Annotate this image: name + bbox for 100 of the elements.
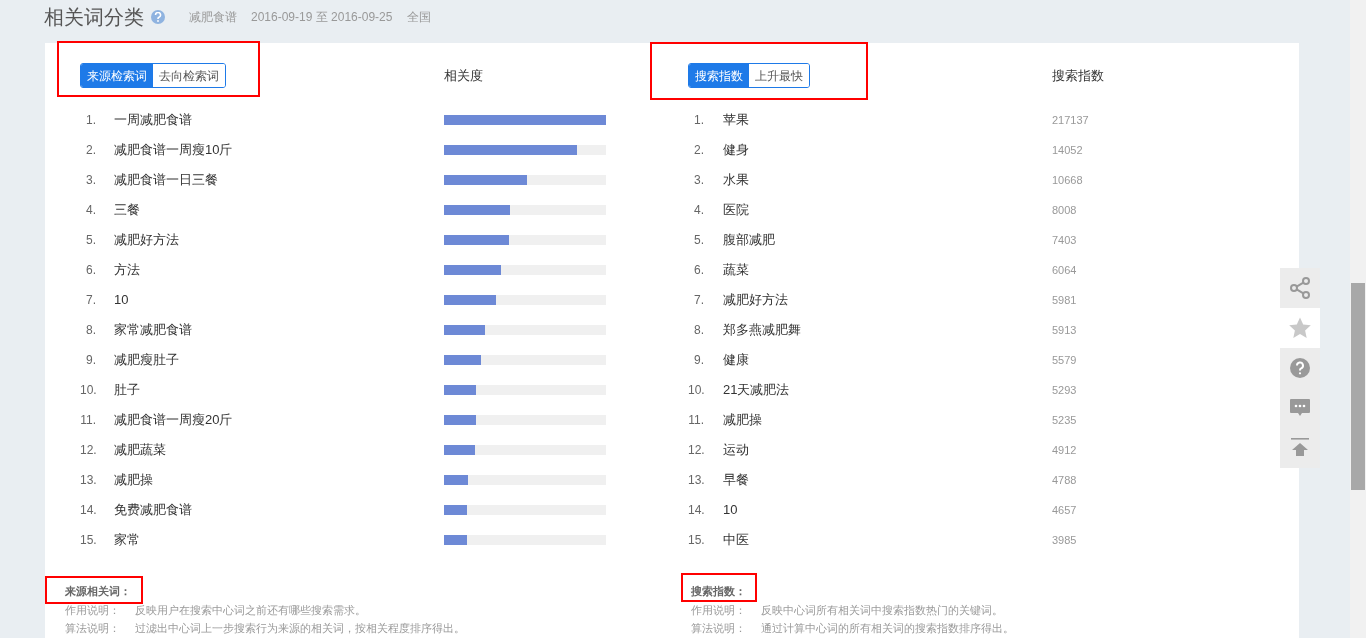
help-icon[interactable] [1290, 358, 1310, 378]
note-title: 来源相关词： [65, 584, 131, 599]
keyword-link[interactable]: 水果 [723, 170, 749, 190]
index-value: 4912 [1052, 442, 1077, 458]
keyword-link[interactable]: 运动 [723, 440, 749, 460]
rank-number: 12. [688, 442, 704, 459]
note-text: 反映用户在搜索中心词之前还有哪些搜索需求。 [135, 603, 366, 618]
index-value: 217137 [1052, 112, 1089, 128]
chat-icon[interactable] [1290, 398, 1310, 418]
keyword-link[interactable]: 中医 [723, 530, 749, 550]
rank-number: 6. [85, 262, 96, 279]
keyword-link[interactable]: 肚子 [114, 380, 140, 400]
index-value: 5235 [1052, 412, 1077, 428]
keyword-link[interactable]: 减肥好方法 [723, 290, 788, 310]
index-value: 5579 [1052, 352, 1077, 368]
rank-number: 5. [85, 232, 96, 249]
share-icon[interactable] [1289, 277, 1311, 299]
tab[interactable]: 搜索指数 [689, 64, 749, 87]
keyword-link[interactable]: 家常减肥食谱 [114, 320, 192, 340]
keyword-link[interactable]: 一周减肥食谱 [114, 110, 192, 130]
keyword-link[interactable]: 减肥操 [114, 470, 153, 490]
keyword-link[interactable]: 减肥蔬菜 [114, 440, 166, 460]
keyword-link[interactable]: 减肥食谱一周瘦20斤 [114, 410, 233, 430]
rank-number: 13. [688, 472, 704, 489]
keyword-link[interactable]: 减肥好方法 [114, 230, 179, 250]
rank-number: 7. [693, 292, 704, 309]
keyword-link[interactable]: 腹部减肥 [723, 230, 775, 250]
rank-number: 11. [80, 412, 96, 429]
keyword-link[interactable]: 三餐 [114, 200, 140, 220]
note-text: 通过计算中心词的所有相关词的搜索指数排序得出。 [761, 621, 1014, 636]
date-range: 2016-09-19 至 2016-09-25 [251, 9, 393, 26]
keyword-link[interactable]: 21天减肥法 [723, 380, 790, 400]
keyword-link[interactable]: 医院 [723, 200, 749, 220]
index-value: 4788 [1052, 472, 1077, 488]
rank-number: 2. [693, 142, 704, 159]
index-value: 4657 [1052, 502, 1077, 518]
keyword-link[interactable]: 蔬菜 [723, 260, 749, 280]
index-value: 7403 [1052, 232, 1077, 248]
rank-number: 9. [693, 352, 704, 369]
index-value: 5293 [1052, 382, 1077, 398]
keyword-link[interactable]: 减肥操 [723, 410, 762, 430]
keyword-link[interactable]: 早餐 [723, 470, 749, 490]
page-title: 相关词分类 [44, 5, 144, 30]
rank-number: 15. [80, 532, 96, 549]
keyword-link[interactable]: 家常 [114, 530, 140, 550]
star-icon[interactable] [1288, 316, 1312, 340]
rank-number: 8. [85, 322, 96, 339]
tab[interactable]: 来源检索词 [81, 64, 153, 87]
index-value: 8008 [1052, 202, 1077, 218]
column-header: 搜索指数 [1052, 66, 1104, 85]
keyword-link[interactable]: 减肥瘦肚子 [114, 350, 179, 370]
rank-number: 14. [80, 502, 96, 519]
rank-number: 1. [85, 112, 96, 129]
keyword-link[interactable]: 减肥食谱一周瘦10斤 [114, 140, 233, 160]
rank-number: 10. [80, 382, 96, 399]
rank-number: 4. [693, 202, 704, 219]
rank-number: 14. [688, 502, 704, 519]
back-to-top-icon[interactable] [1291, 438, 1309, 458]
index-value: 14052 [1052, 142, 1083, 158]
keyword-link[interactable]: 方法 [114, 260, 140, 280]
rank-number: 3. [693, 172, 704, 189]
rank-number: 8. [693, 322, 704, 339]
note-text: 过滤出中心词上一步搜索行为来源的相关词，按相关程度排序得出。 [135, 621, 465, 636]
keyword-link[interactable]: 免费减肥食谱 [114, 500, 192, 520]
keyword-label: 减肥食谱 [189, 9, 237, 26]
keyword-link[interactable]: 苹果 [723, 110, 749, 130]
rank-number: 7. [85, 292, 96, 309]
rank-number: 12. [80, 442, 96, 459]
keyword-link[interactable]: 健康 [723, 350, 749, 370]
note-label: 算法说明： [691, 621, 747, 636]
keyword-link[interactable]: 减肥食谱一日三餐 [114, 170, 218, 190]
rank-number: 5. [693, 232, 704, 249]
rank-number: 1. [693, 112, 704, 129]
rank-number: 3. [85, 172, 96, 189]
keyword-link[interactable]: 10 [114, 290, 129, 310]
note-label: 算法说明： [65, 621, 121, 636]
keyword-link[interactable]: 郑多燕减肥舞 [723, 320, 801, 340]
keyword-link[interactable]: 10 [723, 500, 738, 520]
rank-number: 10. [688, 382, 704, 399]
rank-number: 15. [688, 532, 704, 549]
rank-number: 2. [85, 142, 96, 159]
column-header: 相关度 [444, 66, 483, 85]
note-label: 作用说明： [65, 603, 121, 618]
rank-number: 6. [693, 262, 704, 279]
keyword-link[interactable]: 健身 [723, 140, 749, 160]
rank-number: 4. [85, 202, 96, 219]
note-title: 搜索指数： [691, 584, 746, 599]
rank-number: 13. [80, 472, 96, 489]
region-label: 全国 [407, 9, 432, 26]
rank-number: 9. [85, 352, 96, 369]
index-value: 5913 [1052, 322, 1077, 338]
note-label: 作用说明： [691, 603, 747, 618]
help-icon[interactable] [151, 10, 165, 24]
note-text: 反映中心词所有相关词中搜索指数热门的关键词。 [761, 603, 1003, 618]
index-value: 3985 [1052, 532, 1077, 548]
index-value: 10668 [1052, 172, 1083, 188]
rank-number: 11. [688, 412, 704, 429]
index-value: 5981 [1052, 292, 1077, 308]
index-value: 6064 [1052, 262, 1077, 278]
scrollbar[interactable] [1350, 0, 1366, 638]
